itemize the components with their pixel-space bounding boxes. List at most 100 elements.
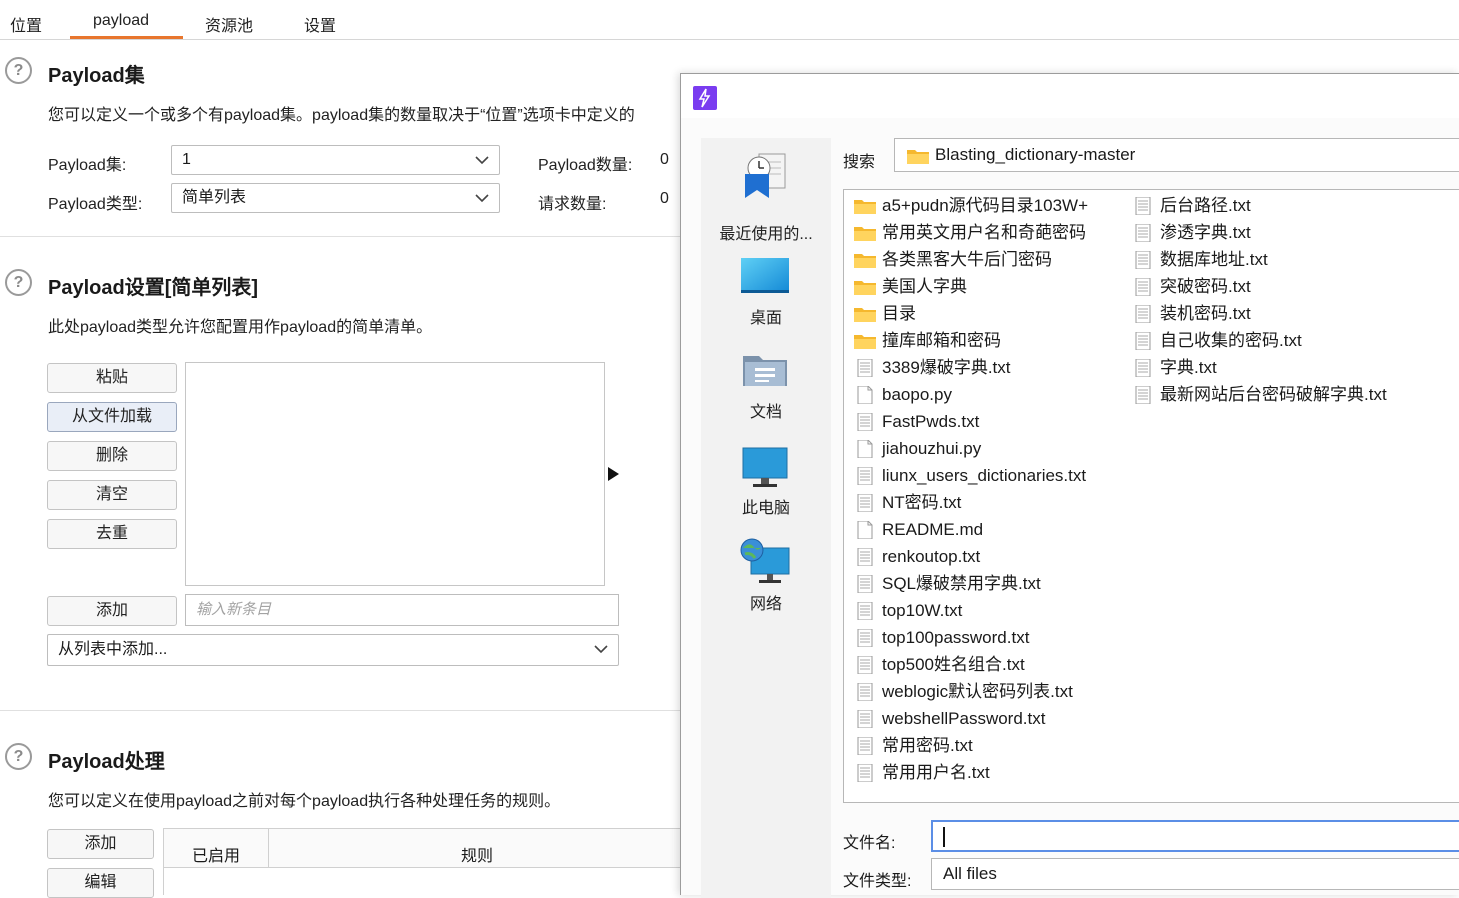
file-name: webshellPassword.txt	[882, 709, 1046, 728]
file-name: 常用密码.txt	[882, 736, 973, 755]
file-name: top10W.txt	[882, 601, 963, 620]
payload-count-label: Payload数量:	[538, 157, 633, 174]
chevron-down-icon	[475, 156, 489, 165]
payload-settings-title: Payload设置[简单列表]	[48, 277, 259, 299]
place-desktop-label: 桌面	[749, 310, 782, 327]
folder-icon	[854, 197, 876, 215]
folder-icon	[854, 224, 876, 242]
expand-arrow-icon[interactable]	[607, 466, 621, 482]
file-name: 最新网站后台密码破解字典.txt	[1160, 385, 1387, 404]
look-in-select[interactable]: Blasting_dictionary-master	[894, 138, 1459, 172]
file-name: README.md	[882, 520, 984, 539]
file-open-dialog: 最近使用的... 桌面 文档 此电脑 网络 搜索 Blasting_dictio…	[680, 73, 1459, 898]
text-file-icon	[854, 412, 876, 432]
help-icon[interactable]: ?	[5, 743, 32, 770]
payload-type-select[interactable]: 简单列表	[171, 183, 500, 213]
folder-icon	[854, 278, 876, 296]
place-network[interactable]: 网络	[701, 538, 831, 622]
file-name: baopo.py	[882, 385, 952, 404]
chevron-down-icon	[475, 194, 489, 203]
load-from-file-button[interactable]: 从文件加载	[47, 402, 177, 432]
section-divider	[0, 710, 680, 711]
desktop-icon	[741, 258, 789, 293]
place-network-label: 网络	[749, 596, 782, 613]
filetype-value: All files	[943, 864, 997, 883]
filetype-select[interactable]: All files	[931, 858, 1459, 890]
tab-settings[interactable]: 设置	[304, 12, 336, 36]
text-file-icon	[1132, 331, 1154, 351]
place-recent[interactable]: 最近使用的...	[701, 152, 831, 243]
text-file-icon	[854, 655, 876, 675]
add-from-list-value: 从列表中添加...	[58, 641, 168, 658]
text-file-icon	[854, 466, 876, 486]
text-file-icon	[1132, 358, 1154, 378]
app-logo-icon	[693, 86, 717, 110]
add-from-list-select[interactable]: 从列表中添加...	[47, 634, 619, 666]
section-divider	[0, 236, 680, 237]
place-this-pc-label: 此电脑	[741, 500, 790, 517]
place-documents[interactable]: 文档	[701, 350, 831, 430]
column-rule[interactable]: 规则	[461, 842, 493, 866]
payload-set-value: 1	[182, 151, 191, 168]
paste-button[interactable]: 粘贴	[47, 363, 177, 393]
column-enabled[interactable]: 已启用	[192, 842, 240, 866]
file-name: 各类黑客大牛后门密码	[882, 250, 1052, 269]
clear-button[interactable]: 清空	[47, 480, 177, 510]
tab-resource-pool[interactable]: 资源池	[205, 12, 253, 36]
deduplicate-button[interactable]: 去重	[47, 519, 177, 549]
payload-set-label: Payload集:	[48, 157, 127, 174]
payload-type-label: Payload类型:	[48, 196, 143, 213]
text-caret	[943, 827, 945, 847]
request-count-value: 0	[660, 190, 669, 207]
file-name: FastPwds.txt	[882, 412, 980, 431]
filename-input[interactable]	[931, 820, 1459, 852]
file-name: 撞库邮箱和密码	[882, 331, 1001, 350]
file-name: 后台路径.txt	[1160, 196, 1251, 215]
file-name: 常用英文用户名和奇葩密码	[882, 223, 1086, 242]
help-icon[interactable]: ?	[5, 269, 32, 296]
file-name: 目录	[882, 304, 916, 323]
payload-settings-description: 此处payload类型允许您配置用作payload的简单清单。	[48, 319, 433, 336]
file-list[interactable]: a5+pudn源代码目录103W+ 常用英文用户名和奇葩密码 各类黑客大牛后门密码美…	[843, 189, 1459, 803]
text-file-icon	[854, 574, 876, 594]
dialog-title-bar[interactable]	[681, 74, 1459, 118]
payload-processing-title: Payload处理	[48, 751, 165, 773]
file-name: weblogic默认密码列表.txt	[882, 682, 1073, 701]
file-name: 数据库地址.txt	[1160, 250, 1268, 269]
text-file-icon	[1132, 385, 1154, 405]
file-name: 3389爆破字典.txt	[882, 358, 1011, 377]
place-desktop[interactable]: 桌面	[701, 254, 831, 334]
payload-type-value: 简单列表	[182, 189, 247, 206]
folder-icon	[854, 305, 876, 323]
file-name: top500姓名组合.txt	[882, 655, 1025, 674]
text-file-icon	[854, 709, 876, 729]
current-folder-name: Blasting_dictionary-master	[935, 145, 1136, 164]
help-icon[interactable]: ?	[5, 57, 32, 84]
network-icon	[740, 538, 790, 583]
file-name: 美国人字典	[882, 277, 967, 296]
edit-rule-button[interactable]: 编辑	[47, 868, 154, 898]
rules-table-body[interactable]	[163, 868, 681, 895]
file-icon	[854, 520, 876, 540]
payload-list[interactable]	[185, 362, 605, 586]
text-file-icon	[1132, 250, 1154, 270]
text-file-icon	[854, 601, 876, 621]
new-entry-input[interactable]: 输入新条目	[185, 594, 619, 626]
folder-icon	[854, 332, 876, 350]
text-file-icon	[854, 628, 876, 648]
file-name: 常用用户名.txt	[882, 763, 990, 782]
active-tab-indicator	[70, 36, 183, 39]
text-file-icon	[854, 763, 876, 783]
tab-positions[interactable]: 位置	[10, 12, 42, 36]
place-this-pc[interactable]: 此电脑	[701, 446, 831, 526]
payload-set-select[interactable]: 1	[171, 145, 500, 175]
filetype-label: 文件类型:	[843, 873, 912, 890]
add-entry-button[interactable]: 添加	[47, 596, 177, 626]
file-name: renkoutop.txt	[882, 547, 981, 566]
payload-sets-title: Payload集	[48, 65, 145, 87]
add-rule-button[interactable]: 添加	[47, 829, 154, 859]
tab-payload[interactable]: payload	[93, 12, 149, 30]
text-file-icon	[1132, 304, 1154, 324]
remove-button[interactable]: 删除	[47, 441, 177, 471]
payload-sets-description: 您可以定义一个或多个有payload集。payload集的数量取决于“位置”选项…	[48, 107, 635, 124]
